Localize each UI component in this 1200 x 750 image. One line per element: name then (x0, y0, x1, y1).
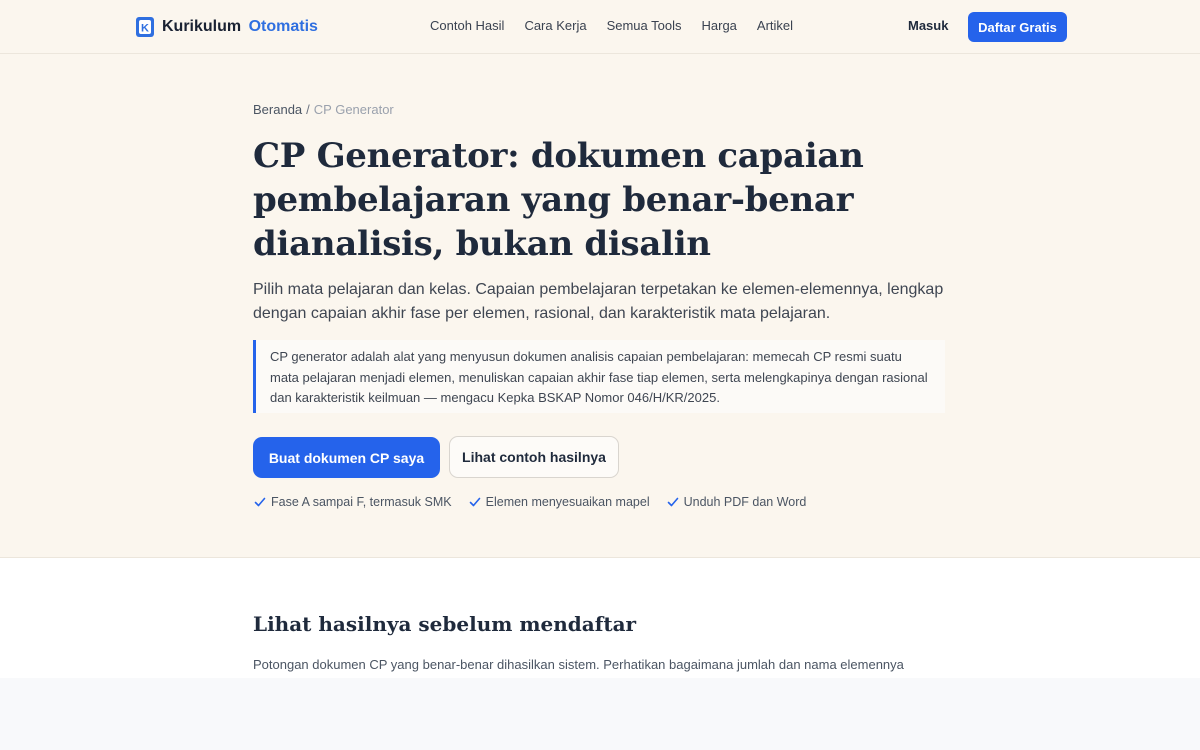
definition-callout: CP generator adalah alat yang menyusun d… (253, 340, 945, 413)
preview-section-title: Lihat hasilnya sebelum mendaftar (253, 612, 637, 636)
create-cp-document-button[interactable]: Buat dokumen CP saya (253, 437, 440, 478)
feature-item: Unduh PDF dan Word (667, 495, 807, 509)
preview-section: Lihat hasilnya sebelum mendaftar Potonga… (0, 558, 1200, 678)
feature-label: Unduh PDF dan Word (683, 495, 807, 509)
preview-section-description: Potongan dokumen CP yang benar-benar dih… (253, 657, 904, 672)
breadcrumb-home[interactable]: Beranda (253, 102, 302, 117)
check-icon (667, 497, 678, 507)
brand-name: Kurikulum Otomatis (162, 18, 318, 36)
signup-button[interactable]: Daftar Gratis (968, 12, 1067, 42)
brand-logo[interactable]: K Kurikulum Otomatis (136, 15, 318, 39)
nav-link-contoh-hasil[interactable]: Contoh Hasil (430, 18, 504, 33)
check-icon (254, 497, 266, 507)
nav-link-harga[interactable]: Harga (702, 18, 737, 33)
breadcrumb-current: CP Generator (313, 102, 394, 117)
logo-k-icon: K (136, 17, 154, 37)
brand-name-part2: Otomatis (248, 18, 318, 35)
main-nav: Contoh Hasil Cara Kerja Semua Tools Harg… (430, 18, 793, 33)
breadcrumb-separator: / (306, 102, 310, 117)
preview-content-area (0, 678, 1200, 750)
logo-letter: K (141, 23, 149, 35)
hero-section: Beranda / CP Generator CP Generator: dokum… (0, 55, 1200, 558)
view-example-button[interactable]: Lihat contoh hasilnya (449, 436, 619, 478)
feature-label: Fase A sampai F, termasuk SMK (271, 495, 452, 509)
breadcrumb: Beranda / CP Generator (253, 102, 394, 117)
feature-list: Fase A sampai F, termasuk SMK Elemen men… (254, 495, 806, 509)
nav-link-semua-tools[interactable]: Semua Tools (607, 18, 682, 33)
check-icon (469, 497, 480, 507)
login-link[interactable]: Masuk (908, 18, 948, 33)
brand-name-part1: Kurikulum (162, 18, 242, 35)
feature-label: Elemen menyesuaikan mapel (485, 495, 650, 509)
feature-item: Elemen menyesuaikan mapel (469, 495, 650, 509)
page-title: CP Generator: dokumen capaian pembelajar… (253, 136, 864, 264)
hero-subtitle: Pilih mata pelajaran dan kelas. Capaian … (253, 281, 944, 322)
nav-link-artikel[interactable]: Artikel (757, 18, 793, 33)
nav-link-cara-kerja[interactable]: Cara Kerja (524, 18, 586, 33)
feature-item: Fase A sampai F, termasuk SMK (254, 495, 452, 509)
top-navbar: K Kurikulum Otomatis Contoh Hasil Cara K… (0, 0, 1200, 54)
